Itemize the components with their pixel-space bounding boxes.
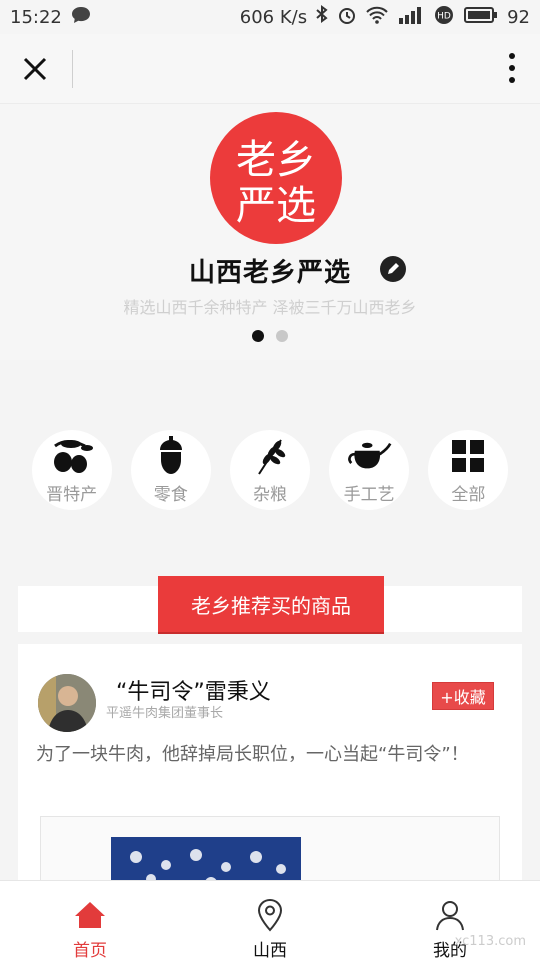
more-vertical-icon <box>509 53 515 83</box>
tab-home[interactable]: 首页 <box>30 881 150 961</box>
hd-icon: HD <box>433 4 455 31</box>
tab-mine[interactable]: 我的 <box>390 881 510 961</box>
divider <box>72 50 73 88</box>
bluetooth-icon <box>315 4 329 30</box>
close-button[interactable] <box>18 52 52 86</box>
favorite-button[interactable]: +收藏 <box>432 682 494 710</box>
category-row: 晋特产 零食 杂粮 手工艺 全部 <box>0 430 540 510</box>
section-title: 老乡推荐买的商品 <box>158 576 384 632</box>
acorn-icon <box>148 436 194 476</box>
battery-icon <box>463 5 499 30</box>
shop-name-row: 山西老乡严选 <box>0 250 540 290</box>
category-label: 手工艺 <box>343 485 395 505</box>
category-snacks[interactable]: 零食 <box>130 430 211 510</box>
logo-mark: 老乡 严选 <box>236 137 316 229</box>
feature-card[interactable]: “牛司令”雷秉义 平遥牛肉集团董事长 +收藏 为了一块牛肉，他辞掉局长职位，一心… <box>18 644 522 898</box>
carousel-dot-1[interactable] <box>252 330 264 342</box>
teapot-icon <box>346 436 392 476</box>
tab-label: 山西 <box>253 941 287 961</box>
status-bar: 15:22 606 K/s HD 92 <box>0 0 540 34</box>
category-label: 杂粮 <box>252 485 287 505</box>
olive-icon <box>49 436 95 476</box>
carousel-dots <box>0 330 540 342</box>
pencil-icon <box>388 263 399 274</box>
story-text: 为了一块牛肉，他辞掉局长职位，一心当起“牛司令”！ <box>36 744 469 765</box>
location-pin-icon <box>250 895 290 934</box>
svg-text:HD: HD <box>437 11 451 21</box>
carousel-dot-2[interactable] <box>276 330 288 342</box>
more-button[interactable] <box>502 48 522 88</box>
network-speed: 606 K/s <box>239 6 308 28</box>
shop-name: 山西老乡严选 <box>188 257 351 288</box>
person-title: 平遥牛肉集团董事长 <box>106 706 224 721</box>
logo-text-top: 老乡 <box>236 137 316 183</box>
shop-slogan: 精选山西千余种特产 泽被三千万山西老乡 <box>123 298 417 317</box>
tab-shanxi[interactable]: 山西 <box>210 881 330 961</box>
category-label: 晋特产 <box>46 485 98 505</box>
grid-icon <box>445 436 491 476</box>
category-grains[interactable]: 杂粮 <box>229 430 310 510</box>
tab-label: 首页 <box>73 941 107 961</box>
chat-icon <box>70 5 92 30</box>
category-jin-specialty[interactable]: 晋特产 <box>31 430 112 510</box>
top-bar <box>0 34 540 104</box>
category-all[interactable]: 全部 <box>428 430 509 510</box>
wheat-icon <box>247 436 293 476</box>
avatar[interactable] <box>38 674 96 732</box>
home-icon <box>70 895 110 934</box>
shop-header: 老乡 严选 山西老乡严选 精选山西千余种特产 泽被三千万山西老乡 <box>0 104 540 360</box>
logo-text-bottom: 严选 <box>236 183 316 229</box>
user-icon <box>430 895 470 934</box>
category-label: 全部 <box>451 485 486 505</box>
status-time: 15:22 <box>10 6 62 28</box>
signal-icon <box>397 5 425 30</box>
edit-button[interactable] <box>380 256 406 282</box>
wifi-icon <box>365 5 389 30</box>
battery-level: 92 <box>507 6 530 28</box>
alarm-icon <box>337 5 357 30</box>
category-handicraft[interactable]: 手工艺 <box>329 430 410 510</box>
category-label: 零食 <box>153 485 188 505</box>
watermark: xc113.com <box>454 934 526 949</box>
shop-logo[interactable]: 老乡 严选 <box>210 112 342 244</box>
close-icon <box>23 57 47 81</box>
